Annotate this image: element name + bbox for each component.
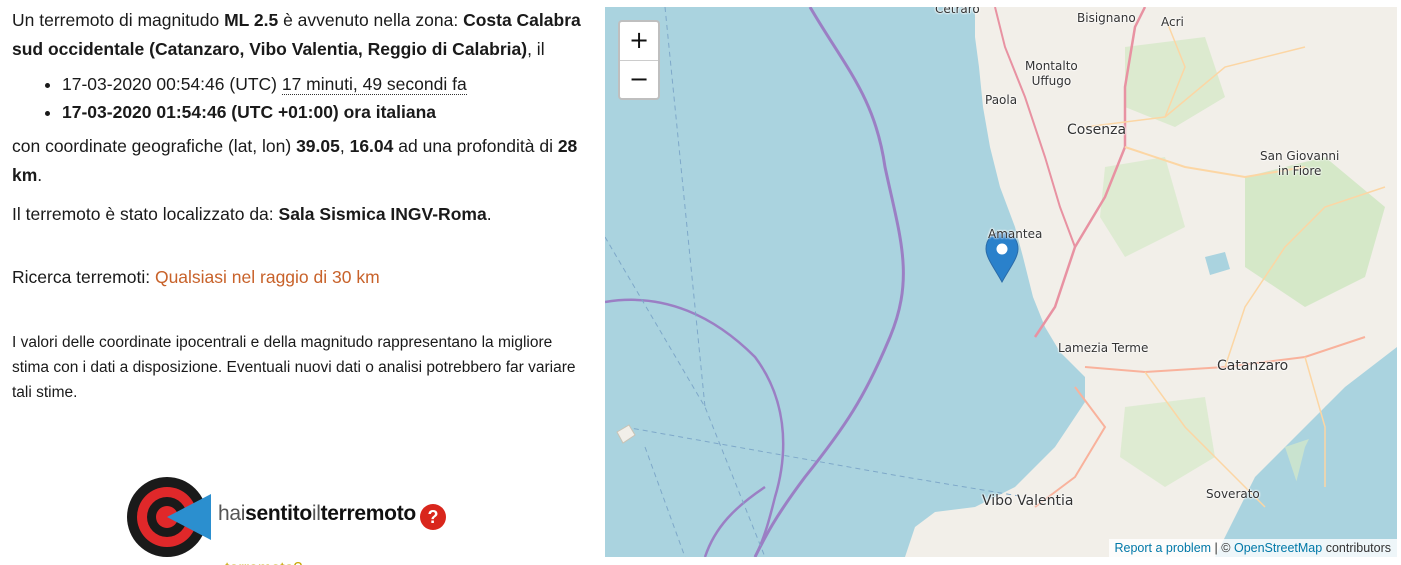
hst-part4: terremoto: [320, 502, 417, 525]
hst-part3: il: [311, 502, 321, 525]
label-bisignano: Bisignano: [1077, 11, 1136, 25]
label-lamezia: Lamezia Terme: [1058, 341, 1149, 355]
label-catanzaro: Catanzaro: [1217, 358, 1289, 374]
located-line: Il terremoto è stato localizzato da: Sal…: [12, 200, 582, 229]
label-soverato: Soverato: [1206, 487, 1260, 501]
label-paola: Paola: [985, 93, 1018, 107]
time-utc: 17-03-2020 00:54:46 (UTC): [62, 74, 277, 94]
label-vibo-valentia: Vibo Valentia: [982, 493, 1074, 509]
hai-sentito-banner[interactable]: haisentitoilterremoto ?: [125, 474, 455, 559]
period: .: [486, 204, 492, 224]
intro-suffix-text: , il: [527, 39, 545, 59]
coords-separator: ,: [339, 136, 350, 156]
search-label: Ricerca terremoti:: [12, 267, 155, 287]
zoom-out-button[interactable]: −: [620, 61, 658, 99]
epicenter-map[interactable]: Cetraro Bisignano Acri Montalto Uffugo P…: [605, 7, 1397, 557]
osm-link[interactable]: OpenStreetMap: [1234, 541, 1322, 555]
quake-description: Un terremoto di magnitudo ML 2.5 è avven…: [12, 6, 582, 405]
disclaimer-note: I valori delle coordinate ipocentrali e …: [12, 334, 576, 401]
label-cetraro: Cetraro: [935, 7, 980, 16]
hst-cut-link[interactable]: Hai sentito il terremoto?: [225, 556, 375, 565]
time-ago: 17 minuti, 49 secondi fa: [281, 74, 467, 95]
label-montalto: Montalto Uffugo: [1025, 59, 1078, 88]
map-tiles[interactable]: [605, 7, 1397, 557]
report-problem-link[interactable]: Report a problem: [1115, 541, 1212, 555]
zoom-in-button[interactable]: +: [620, 22, 658, 61]
intro-text: Un terremoto di magnitudo: [12, 10, 225, 30]
label-cosenza: Cosenza: [1067, 122, 1127, 138]
time-local-item: 17-03-2020 01:54:46 (UTC +01:00) ora ita…: [62, 98, 582, 126]
hst-part1: hai: [218, 502, 246, 525]
located-by-value: Sala Sismica INGV-Roma: [278, 204, 487, 224]
attrib-suffix: contributors: [1322, 541, 1391, 555]
time-local: 17-03-2020 01:54:46 (UTC +01:00) ora ita…: [62, 102, 437, 122]
located-label: Il terremoto è stato localizzato da:: [12, 204, 279, 224]
hst-part2: sentito: [245, 502, 312, 525]
attrib-separator: | ©: [1211, 541, 1234, 555]
hst-cut-text: Hai sentito il terremoto?: [225, 556, 375, 565]
search-radius-link[interactable]: Qualsiasi nel raggio di 30 km: [155, 267, 380, 287]
depth-label: ad una profondità di: [393, 136, 558, 156]
time-utc-item: 17-03-2020 00:54:46 (UTC) 17 minuti, 49 …: [62, 70, 582, 98]
longitude-value: 16.04: [349, 136, 394, 156]
label-acri: Acri: [1161, 15, 1184, 29]
label-san-giovanni: San Giovanni in Fiore: [1260, 149, 1340, 178]
coordinates-line: con coordinate geografiche (lat, lon) 39…: [12, 132, 582, 190]
coords-label: con coordinate geografiche (lat, lon): [12, 136, 297, 156]
quake-intro: Un terremoto di magnitudo ML 2.5 è avven…: [12, 6, 582, 64]
magnitude-value: ML 2.5: [224, 10, 279, 30]
label-amantea: Amantea: [988, 227, 1043, 241]
search-line: Ricerca terremoti: Qualsiasi nel raggio …: [12, 263, 582, 292]
period: .: [37, 165, 43, 185]
time-list: 17-03-2020 00:54:46 (UTC) 17 minuti, 49 …: [12, 70, 582, 126]
question-icon: ?: [420, 504, 446, 530]
latitude-value: 39.05: [296, 136, 340, 156]
intro-mid-text: è avvenuto nella zona:: [278, 10, 464, 30]
map-attribution: Report a problem | © OpenStreetMap contr…: [1108, 539, 1397, 557]
hst-logo-icon: [127, 477, 211, 557]
hst-wordmark: haisentitoilterremoto: [218, 502, 416, 526]
zoom-control: + −: [618, 20, 660, 100]
